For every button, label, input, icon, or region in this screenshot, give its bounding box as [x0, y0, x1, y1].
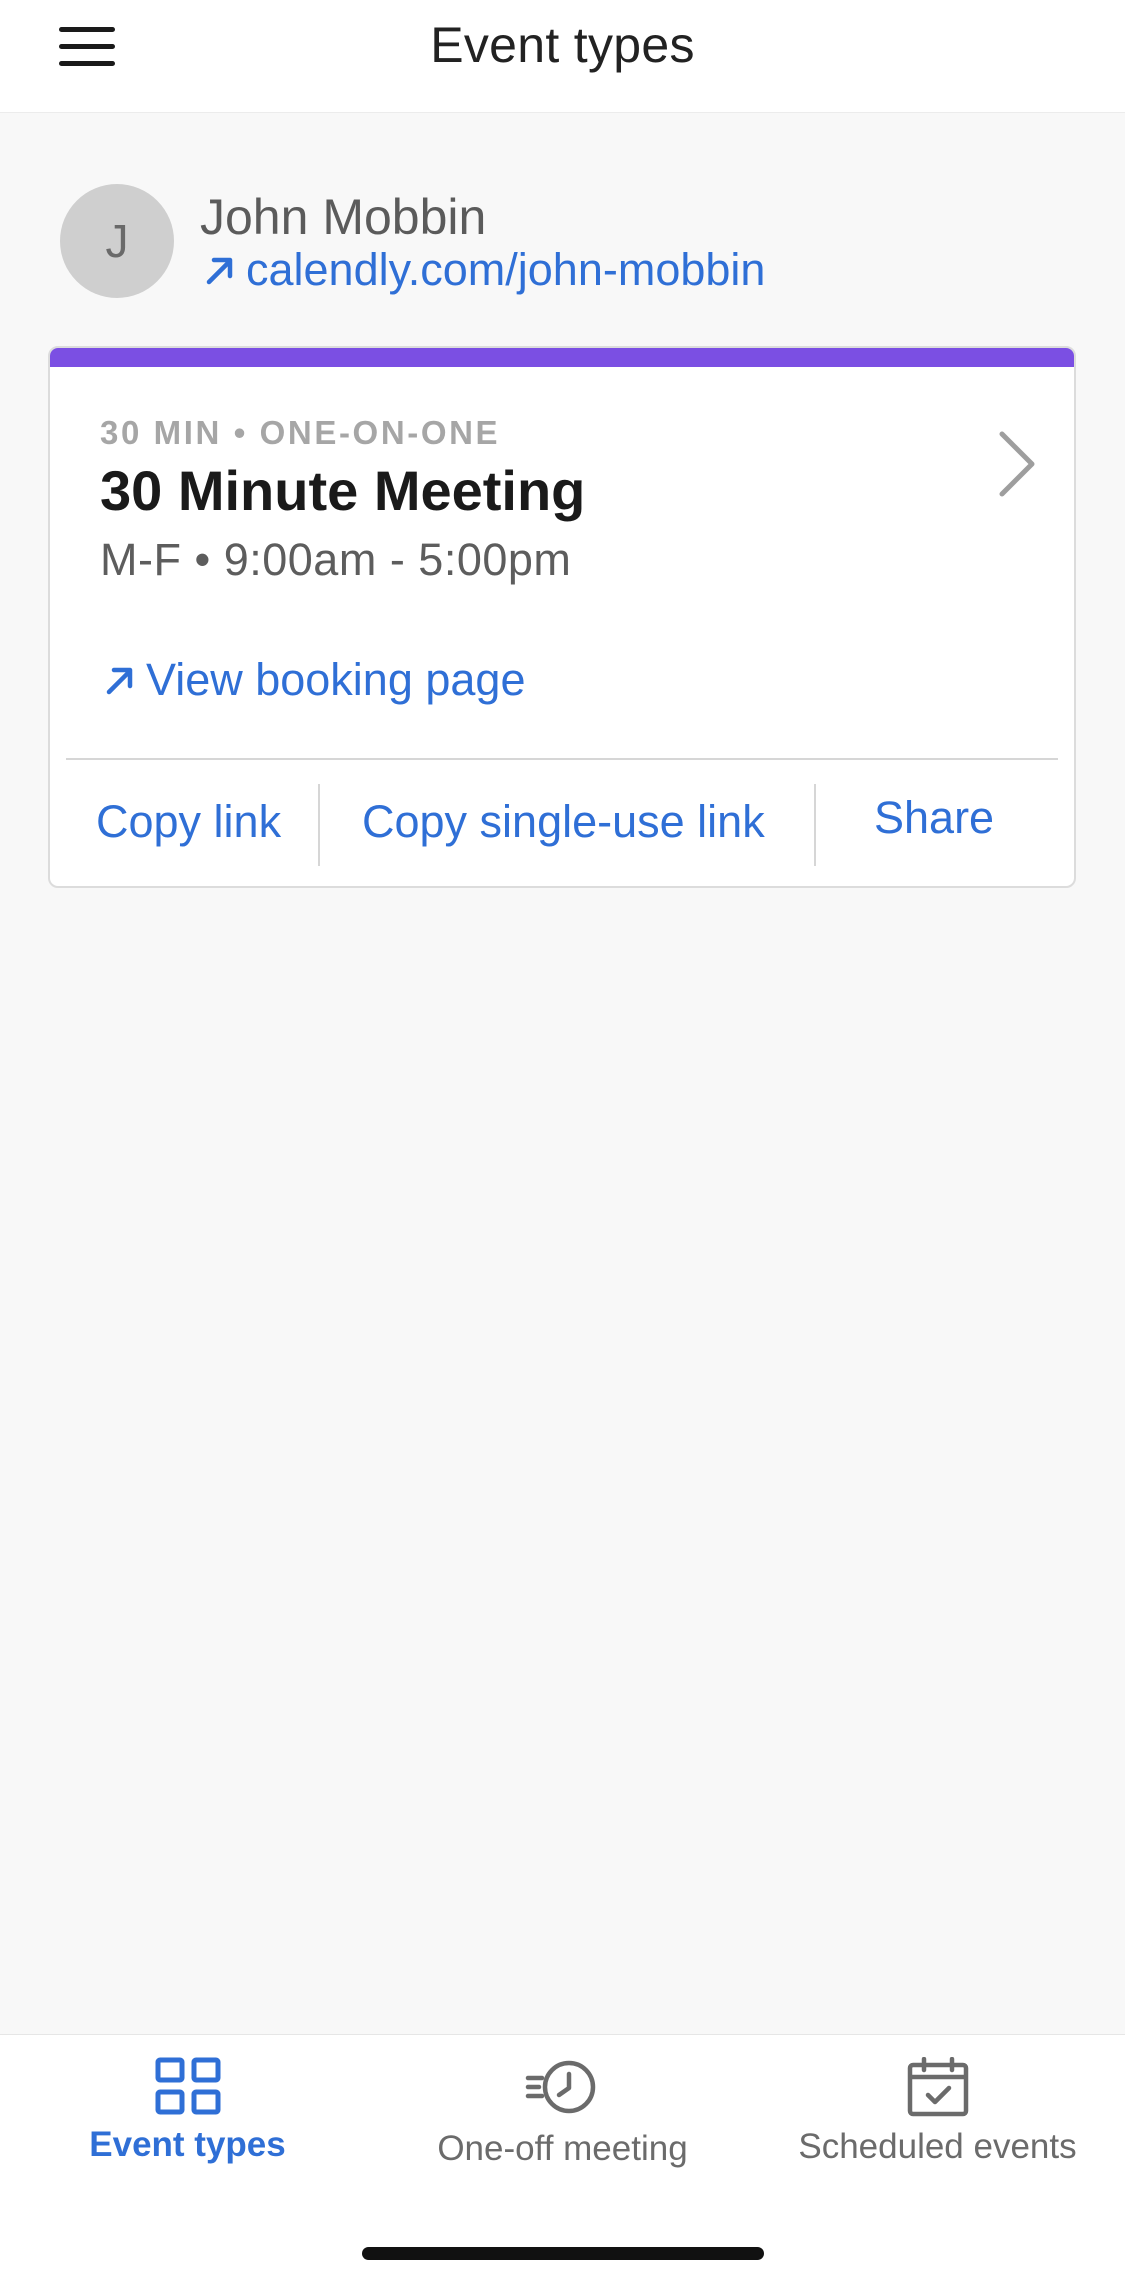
event-title: 30 Minute Meeting: [100, 459, 586, 522]
event-hours: M-F • 9:00am - 5:00pm: [100, 534, 572, 585]
top-header: Event types: [0, 0, 1125, 113]
tab-label: Event types: [89, 2125, 286, 2164]
home-indicator: [362, 2247, 764, 2260]
view-booking-page-link[interactable]: View booking page: [100, 654, 525, 706]
action-separator: [814, 784, 816, 866]
tab-scheduled-events[interactable]: Scheduled events: [750, 2057, 1125, 2197]
chevron-right-icon[interactable]: [990, 424, 1044, 504]
event-type-card[interactable]: 30 MIN • ONE-ON-ONE 30 Minute Meeting M-…: [48, 346, 1076, 888]
user-name: John Mobbin: [200, 189, 487, 245]
copy-single-use-link-button[interactable]: Copy single-use link: [362, 796, 765, 848]
avatar: J: [60, 184, 174, 298]
external-link-arrow-icon: [106, 667, 133, 695]
copy-link-button[interactable]: Copy link: [96, 796, 281, 848]
card-accent-bar: [50, 348, 1074, 367]
card-divider: [66, 758, 1058, 760]
view-booking-page-label: View booking page: [146, 654, 526, 705]
tab-event-types[interactable]: Event types: [0, 2057, 375, 2197]
profile-link-text: calendly.com/john-mobbin: [246, 244, 766, 295]
profile-link[interactable]: calendly.com/john-mobbin: [200, 244, 765, 296]
tab-one-off-meeting[interactable]: One-off meeting: [375, 2057, 750, 2197]
tab-label: Scheduled events: [798, 2127, 1077, 2166]
event-meta: 30 MIN • ONE-ON-ONE: [100, 414, 501, 451]
external-link-arrow-icon: [206, 257, 233, 285]
tab-label: One-off meeting: [437, 2129, 688, 2168]
grid-icon: [155, 2057, 220, 2115]
action-separator: [318, 784, 320, 866]
share-button[interactable]: Share: [874, 792, 994, 844]
clock-history-icon: [525, 2060, 595, 2114]
page-title: Event types: [430, 17, 695, 73]
calendar-check-icon: [907, 2057, 968, 2117]
